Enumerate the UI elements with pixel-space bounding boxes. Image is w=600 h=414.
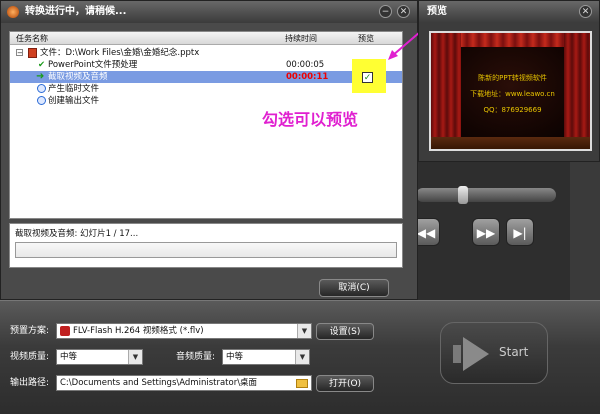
video-quality-select[interactable]: 中等 ▼ — [56, 349, 143, 365]
stage-line-2: 下载地址：www.leawo.cn — [470, 90, 555, 98]
stage-line-3: QQ：876929669 — [483, 106, 542, 114]
task-row[interactable]: ✔ PowerPoint文件预处理 00:00:05 — [10, 59, 402, 71]
clock-icon — [37, 84, 46, 93]
preview-stage: 陈新的PPT转视频软件 下载地址：www.leawo.cn QQ：8769296… — [429, 31, 592, 151]
profile-label: 预置方案: — [10, 326, 50, 336]
minimize-button[interactable]: − — [379, 5, 392, 18]
seek-bar[interactable] — [416, 188, 556, 202]
output-label: 输出路径: — [10, 378, 50, 388]
preview-checkbox[interactable]: ✓ — [362, 72, 373, 83]
stage-line-1: 陈新的PPT转视频软件 — [478, 74, 547, 82]
preview-close-button[interactable]: ✕ — [579, 5, 592, 18]
profile-select[interactable]: FLV-Flash H.264 视频格式 (*.flv) ▼ — [56, 323, 312, 339]
dialog-title: 转换进行中，请稍候... — [1, 1, 417, 23]
status-text: 截取视频及音频: 幻灯片1 / 17... — [15, 229, 139, 239]
task-row[interactable]: 产生临时文件 — [10, 83, 402, 95]
video-quality-label: 视频质量: — [10, 352, 50, 362]
arrow-icon: ➜ — [36, 71, 45, 82]
clock-icon — [37, 96, 46, 105]
video-quality-value: 中等 — [60, 352, 78, 362]
task-time: 00:00:05 — [286, 60, 325, 70]
profile-value: FLV-Flash H.264 视频格式 (*.flv) — [73, 326, 204, 336]
open-button[interactable]: 打开(O) — [316, 375, 374, 392]
list-header: 任务名称 持续时间 预览 — [10, 32, 402, 45]
task-label: 截取视频及音频 — [48, 72, 108, 82]
preview-title: 预览 — [419, 1, 599, 23]
check-icon: ✔ — [38, 60, 46, 70]
chevron-down-icon: ▼ — [295, 350, 309, 364]
chevron-down-icon: ▼ — [128, 350, 142, 364]
collapse-toggle[interactable]: − — [16, 49, 23, 57]
folder-icon[interactable] — [296, 379, 308, 388]
task-list: 任务名称 持续时间 预览 − 文件：D:\Work Files\金婚\金婚纪念.… — [9, 31, 403, 219]
player-area: ◀◀ ▶▶ ▶| — [405, 160, 570, 320]
fast-forward-button[interactable]: ▶▶ — [472, 218, 500, 246]
seek-thumb[interactable] — [458, 186, 468, 204]
audio-quality-label: 音频质量: — [176, 352, 216, 362]
cancel-button[interactable]: 取消(C) — [319, 279, 389, 297]
output-path-field[interactable]: C:\Documents and Settings\Administrator\… — [56, 375, 312, 391]
audio-quality-value: 中等 — [226, 352, 244, 362]
column-task[interactable]: 任务名称 — [16, 32, 48, 45]
settings-button[interactable]: 设置(S) — [316, 323, 374, 340]
task-label: 产生临时文件 — [48, 84, 100, 94]
progress-bar — [15, 242, 397, 258]
column-duration[interactable]: 持续时间 — [285, 32, 317, 45]
task-label: 创建输出文件 — [48, 96, 100, 106]
stage-floor — [431, 137, 590, 149]
flv-icon — [60, 326, 70, 336]
start-arrow-icon — [453, 337, 489, 371]
column-preview[interactable]: 预览 — [358, 32, 374, 45]
start-button[interactable]: Start — [440, 322, 548, 384]
task-row-selected[interactable]: ➜ 截取视频及音频 00:00:11 — [10, 71, 402, 83]
file-label: 文件：D:\Work Files\金婚\金婚纪念.pptx — [40, 48, 200, 58]
task-label: PowerPoint文件预处理 — [48, 60, 138, 70]
preview-window: 预览 ✕ 陈新的PPT转视频软件 下载地址：www.leawo.cn QQ：87… — [418, 0, 600, 162]
pptx-file-icon — [28, 48, 37, 58]
file-row[interactable]: − 文件：D:\Work Files\金婚\金婚纪念.pptx — [10, 47, 402, 59]
next-button[interactable]: ▶| — [506, 218, 534, 246]
audio-quality-select[interactable]: 中等 ▼ — [222, 349, 310, 365]
start-label: Start — [499, 345, 529, 359]
app-logo-icon — [7, 6, 19, 18]
conversion-dialog: 转换进行中，请稍候... − ✕ 任务名称 持续时间 预览 − 文件：D:\Wo… — [0, 0, 418, 300]
task-time-running: 00:00:11 — [286, 72, 329, 82]
status-panel: 截取视频及音频: 幻灯片1 / 17... — [9, 223, 403, 268]
output-path-value: C:\Documents and Settings\Administrator\… — [60, 378, 258, 388]
annotation-text: 勾选可以预览 — [262, 110, 359, 129]
close-button[interactable]: ✕ — [397, 5, 410, 18]
chevron-down-icon: ▼ — [297, 324, 311, 338]
